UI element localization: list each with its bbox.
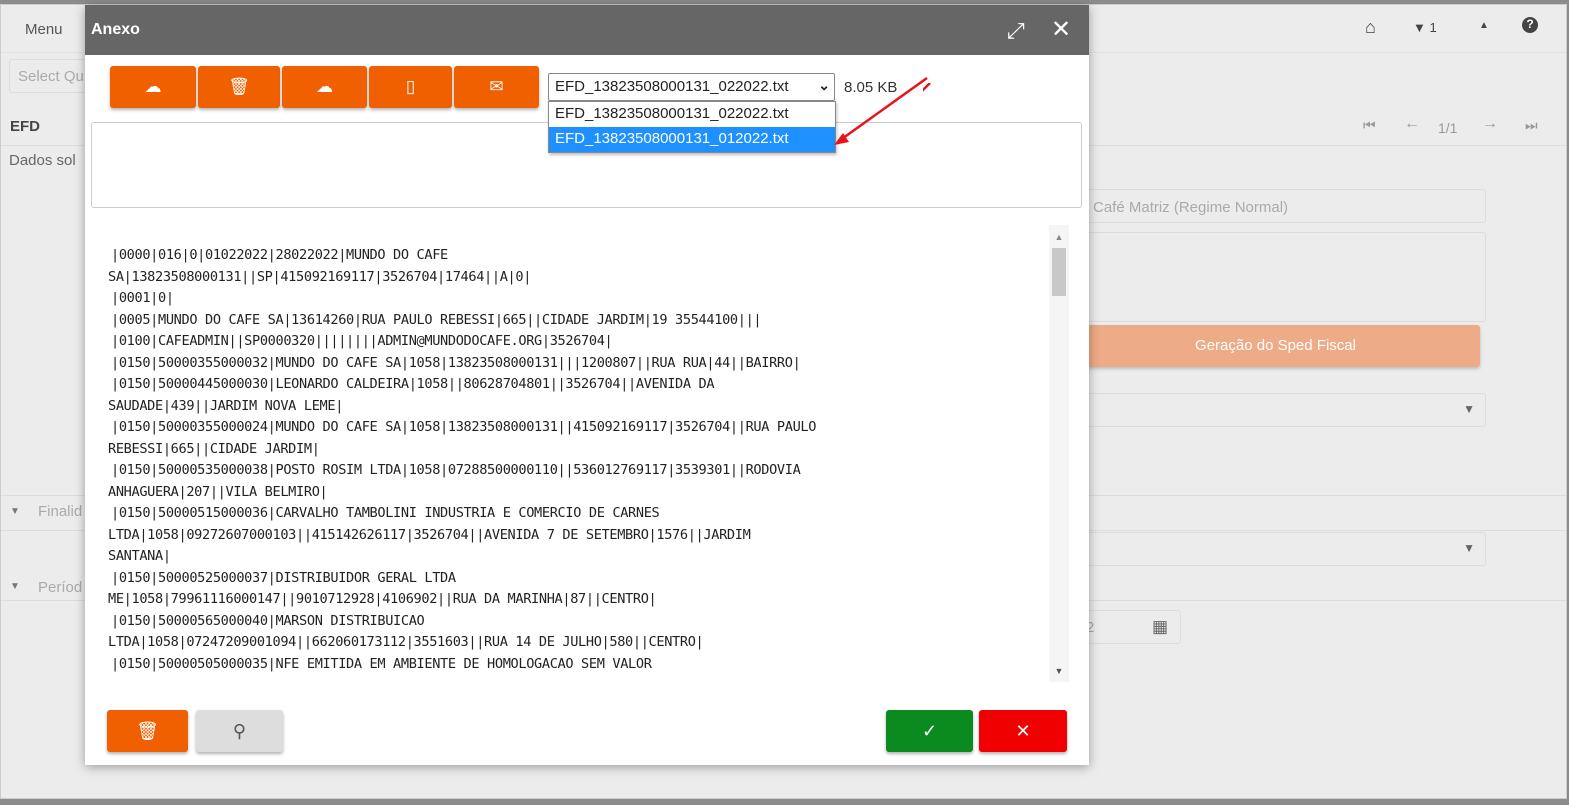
trash-icon: 🗑 — [228, 77, 250, 96]
file-select[interactable]: EFD_13823508000131_022022.txt ⌄ — [548, 73, 835, 101]
file-line: |0100|CAFEADMIN||SP0000320||||||||ADMIN@… — [111, 333, 613, 349]
menu-button[interactable]: Menu — [25, 21, 63, 38]
file-option-highlighted[interactable]: EFD_13823508000131_012022.txt — [549, 127, 835, 152]
file-content-viewer[interactable]: |0000|016|0|01022022|28022022|MUNDO DO C… — [91, 225, 1076, 682]
file-line: SANTANA| — [108, 548, 171, 564]
scroll-down-icon[interactable]: ▼ — [1049, 666, 1069, 676]
check-icon: ✓ — [921, 720, 938, 741]
first-page-icon[interactable]: ⏮ — [1363, 117, 1376, 134]
file-line: SAUDADE|439||JARDIM NOVA LEME| — [108, 397, 344, 414]
page-indicator: 1/1 — [1438, 120, 1458, 136]
modal-header: Anexo ⤢ ✕ — [85, 5, 1089, 55]
company-field-value: Café Matriz (Regime Normal) — [1093, 199, 1289, 216]
close-icon: ✕ — [1015, 720, 1031, 741]
annotation-arrow — [834, 76, 928, 145]
cancel-button[interactable]: ✕ — [979, 710, 1067, 752]
search-button[interactable]: ⚲ — [196, 710, 283, 752]
envelope-icon: ✉ — [489, 77, 504, 96]
prev-page-icon[interactable]: ← — [1404, 115, 1420, 133]
calendar-icon[interactable]: ▦ — [1152, 617, 1168, 637]
file-line: LTDA|1058|09272607000103||415142626117|3… — [108, 526, 751, 543]
section-subtitle: Dados sol — [9, 152, 76, 169]
section-title: EFD — [10, 118, 40, 135]
file-line: ANHAGUERA|207||VILA BELMIRO| — [108, 483, 328, 500]
file-dropdown-list: EFD_13823508000131_022022.txt EFD_138235… — [548, 101, 836, 153]
file-line: LTDA|1058|07247209001094||662060173112|3… — [108, 634, 704, 650]
scrollbar[interactable]: ▲ ▼ — [1049, 225, 1069, 682]
search-icon: ⚲ — [232, 720, 247, 741]
generate-sped-button[interactable]: Geração do Sped Fiscal — [1071, 325, 1480, 367]
collapse-icon[interactable]: ▲ — [1479, 20, 1489, 31]
upload-icon: ☁ — [144, 77, 162, 96]
file-line: |0150|50000445000030|LEONARDO CALDEIRA|1… — [111, 376, 715, 392]
upload-button[interactable]: ☁ — [110, 66, 196, 108]
user-count: 1 — [1429, 20, 1437, 35]
file-line: |0005|MUNDO DO CAFE SA|13614260|RUA PAUL… — [111, 311, 762, 328]
file-line: |0000|016|0|01022022|28022022|MUNDO DO C… — [111, 247, 448, 263]
scrollbar-thumb[interactable] — [1052, 248, 1066, 296]
company-field[interactable]: Café Matriz (Regime Normal) — [1071, 189, 1486, 223]
expand-icon[interactable]: ⤢ — [1007, 18, 1025, 44]
scroll-up-icon[interactable]: ▲ — [1049, 232, 1069, 242]
quick-select-placeholder: Select Qu — [18, 68, 84, 85]
file-line: |0150|50000565000040|MARSON DISTRIBUICAO — [111, 612, 425, 629]
trash-icon: 🗑 — [136, 720, 159, 741]
file-line: |0150|50000505000035|NFE EMITIDA EM AMBI… — [111, 655, 652, 672]
file-line: |0150|50000515000036|CARVALHO TAMBOLINI … — [111, 505, 660, 521]
attachment-modal: Anexo ⤢ ✕ ☁ 🗑 ☁ ▯ ✉ EFD_13823508000131_0… — [85, 5, 1089, 765]
file-line: |0150|50000525000037|DISTRIBUIDOR GERAL … — [111, 569, 456, 586]
home-icon[interactable]: ⌂ — [1365, 17, 1376, 38]
delete-footer-button[interactable]: 🗑 — [107, 710, 188, 752]
modal-title: Anexo — [91, 21, 140, 38]
delete-button[interactable]: 🗑 — [198, 66, 280, 108]
zip-file-icon: ▯ — [405, 77, 416, 96]
group-periodo-label: Períod — [38, 579, 83, 596]
next-page-icon[interactable]: → — [1482, 115, 1498, 133]
help-icon[interactable]: ? — [1522, 17, 1538, 33]
close-icon[interactable]: ✕ — [1051, 15, 1071, 44]
dropdown-1[interactable]: ▼ — [1071, 393, 1486, 427]
dropdown-arrow-icon: ▼ — [1463, 541, 1475, 555]
download-icon: ☁ — [316, 77, 333, 96]
file-select-value: EFD_13823508000131_022022.txt — [555, 78, 789, 95]
file-line: |0001|0| — [111, 290, 174, 306]
file-line: ME|1058|79961116000147||9010712928|41069… — [108, 591, 657, 607]
file-option[interactable]: EFD_13823508000131_022022.txt — [549, 102, 835, 127]
file-line: |0150|50000355000024|MUNDO DO CAFE SA|10… — [111, 419, 817, 435]
confirm-button[interactable]: ✓ — [886, 710, 973, 752]
group-finalidade-label: Finalid — [38, 503, 83, 520]
file-line: SA|13823508000131||SP|415092169117|35267… — [108, 268, 532, 285]
annotation-arrow — [923, 83, 931, 92]
email-button[interactable]: ✉ — [454, 66, 539, 108]
file-line: REBESSI|665||CIDADE JARDIM| — [108, 440, 320, 457]
dropdown-arrow-icon: ▼ — [1463, 402, 1475, 416]
dropdown-2[interactable]: ▼ — [1071, 532, 1486, 566]
zip-button[interactable]: ▯ — [369, 66, 452, 108]
chevron-down-icon: ⌄ — [818, 77, 830, 93]
notes-field[interactable] — [1071, 232, 1486, 322]
download-button[interactable]: ☁ — [282, 66, 367, 108]
last-page-icon[interactable]: ⏭ — [1525, 117, 1538, 134]
file-line: |0150|50000355000032|MUNDO DO CAFE SA|10… — [111, 354, 801, 371]
user-dropdown[interactable]: ▼ 1 — [1413, 20, 1437, 35]
file-line: |0150|50000535000038|POSTO ROSIM LTDA|10… — [111, 462, 801, 478]
